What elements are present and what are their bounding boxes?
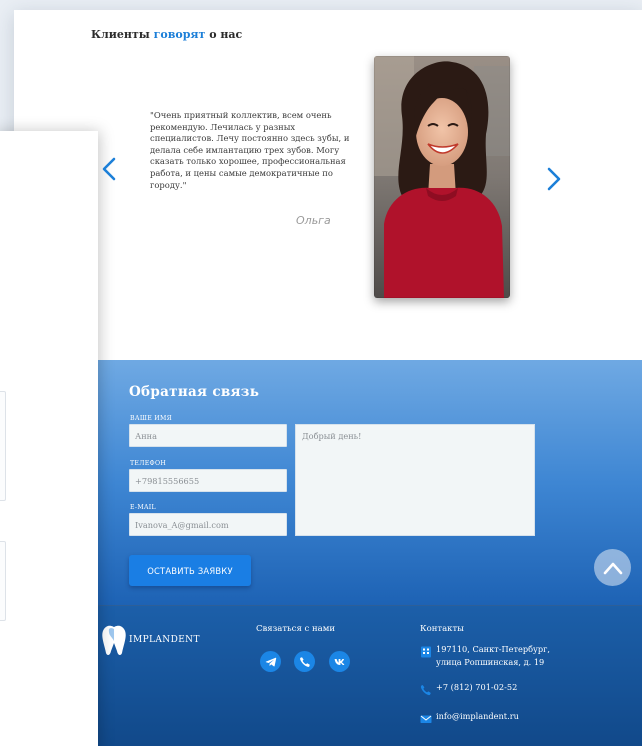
- address-line-2: улица Ропшинская, д. 19: [436, 656, 545, 667]
- email-input[interactable]: Ivanova_A@gmail.com: [129, 513, 287, 536]
- scroll-to-top-button[interactable]: [594, 549, 631, 586]
- chevron-left-icon: [102, 157, 116, 181]
- name-value: Анна: [135, 430, 157, 441]
- message-textarea[interactable]: Добрый день!: [295, 424, 535, 536]
- phone-link[interactable]: +7 (812) 701-02-52: [436, 681, 517, 694]
- vk-icon: [334, 658, 344, 665]
- vk-link[interactable]: [329, 651, 350, 672]
- brand-name: IMPLANDENT: [129, 635, 200, 645]
- email-label: E-MAIL: [130, 504, 156, 511]
- prev-testimonial-button[interactable]: [99, 156, 119, 182]
- submit-request-button[interactable]: ОСТАВИТЬ ЗАЯВКУ: [129, 555, 251, 586]
- title-accent-text: говорят: [153, 28, 206, 41]
- phone-input[interactable]: +79815556655: [129, 469, 287, 492]
- contact-us-heading: Связаться с нами: [256, 624, 335, 634]
- email-value: Ivanova_A@gmail.com: [135, 519, 229, 530]
- footer: IMPLANDENT Связаться с нами Контакты 197…: [98, 605, 642, 746]
- map-grid-icon: [420, 643, 432, 658]
- contacts-heading: Контакты: [420, 624, 464, 634]
- testimonial-quote: "Очень приятный коллектив, всем очень ре…: [150, 110, 350, 190]
- phone-label: ТЕЛЕФОН: [130, 460, 167, 467]
- address: 197110, Санкт-Петербург, улица Ропшинска…: [436, 643, 550, 668]
- email-link[interactable]: info@implandent.ru: [436, 710, 519, 723]
- phone-icon: [299, 656, 310, 667]
- side-card: [0, 541, 6, 621]
- phone-icon: [420, 681, 432, 696]
- testimonials-title: Клиенты говорят о нас: [91, 28, 242, 41]
- title-text-end: о нас: [205, 28, 243, 41]
- testimonial-author: Ольга: [296, 214, 331, 227]
- phone-social-link[interactable]: [294, 651, 315, 672]
- telegram-link[interactable]: [260, 651, 281, 672]
- next-testimonial-button[interactable]: [544, 166, 564, 192]
- side-card: [0, 391, 6, 501]
- chevron-up-icon: [603, 562, 622, 574]
- message-value: Добрый день!: [302, 431, 362, 441]
- tooth-logo-icon: [100, 623, 128, 657]
- phone-value: +79815556655: [135, 475, 200, 486]
- envelope-icon: [420, 710, 432, 723]
- name-label: ВАШЕ ИМЯ: [130, 415, 172, 422]
- address-line-1: 197110, Санкт-Петербург,: [436, 644, 550, 654]
- side-panel: [0, 131, 98, 746]
- chevron-right-icon: [547, 167, 561, 191]
- feedback-title: Обратная связь: [129, 384, 260, 400]
- name-input[interactable]: Анна: [129, 424, 287, 447]
- feedback-section: Обратная связь ВАШЕ ИМЯ Анна ТЕЛЕФОН +79…: [98, 360, 642, 606]
- title-text: Клиенты: [91, 28, 154, 41]
- testimonials-section: Клиенты говорят о нас "Очень приятный ко…: [14, 10, 642, 362]
- telegram-icon: [265, 657, 276, 666]
- testimonial-photo: [374, 56, 510, 298]
